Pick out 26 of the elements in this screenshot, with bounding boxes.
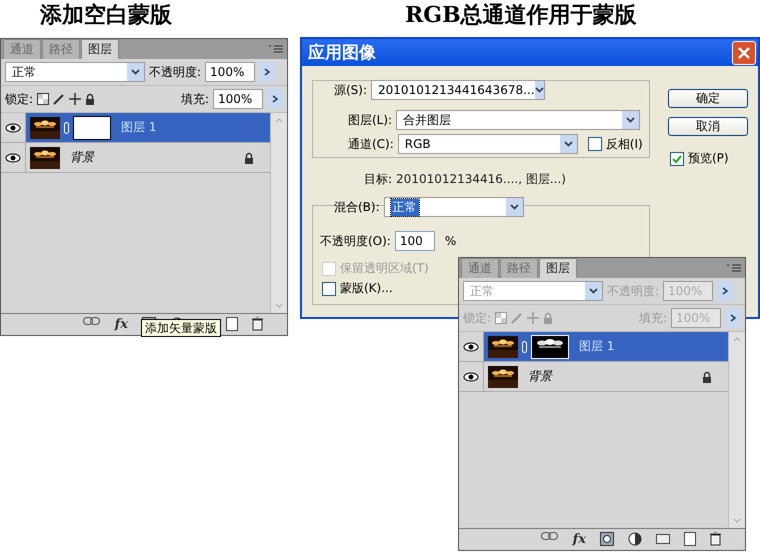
opacity-label: 不透明度(O):: [320, 232, 391, 250]
layer-name: 背景: [70, 149, 94, 166]
mask-label: 蒙版(K)...: [340, 280, 393, 297]
caption: RGB总通道作用于蒙版: [405, 1, 637, 30]
layer-name: 图层 1: [121, 119, 156, 136]
invert-label: 反相(I): [606, 136, 643, 152]
target-value: 20101012134416...., 图层...): [396, 171, 566, 188]
target-label: 目标:: [364, 171, 392, 188]
fill-label: 填充:: [638, 310, 667, 326]
layer-name: 背景: [528, 368, 552, 385]
blend-label: 混合(B):: [334, 198, 380, 216]
opacity-label: 不透明度:: [149, 64, 202, 80]
layer-name: 图层 1: [579, 338, 614, 355]
tooltip: 添加矢量蒙版: [141, 319, 221, 337]
fill-label: 填充:: [180, 90, 209, 108]
layer-label: 图层(L):: [348, 112, 392, 128]
window-title: 应用图像: [308, 42, 376, 64]
source-label: 源(S):: [334, 82, 368, 98]
lock-label: 锁定:: [463, 310, 492, 326]
preview-label: 预览(P): [688, 150, 729, 167]
percent-label: %: [444, 234, 456, 248]
preserve-transparency-label: 保留透明区域(T): [340, 260, 429, 277]
opacity-label: 不透明度:: [607, 282, 660, 300]
channel-label: 通道(C):: [348, 136, 394, 152]
caption: 添加空白蒙版: [40, 1, 172, 30]
lock-label: 锁定:: [5, 90, 34, 108]
